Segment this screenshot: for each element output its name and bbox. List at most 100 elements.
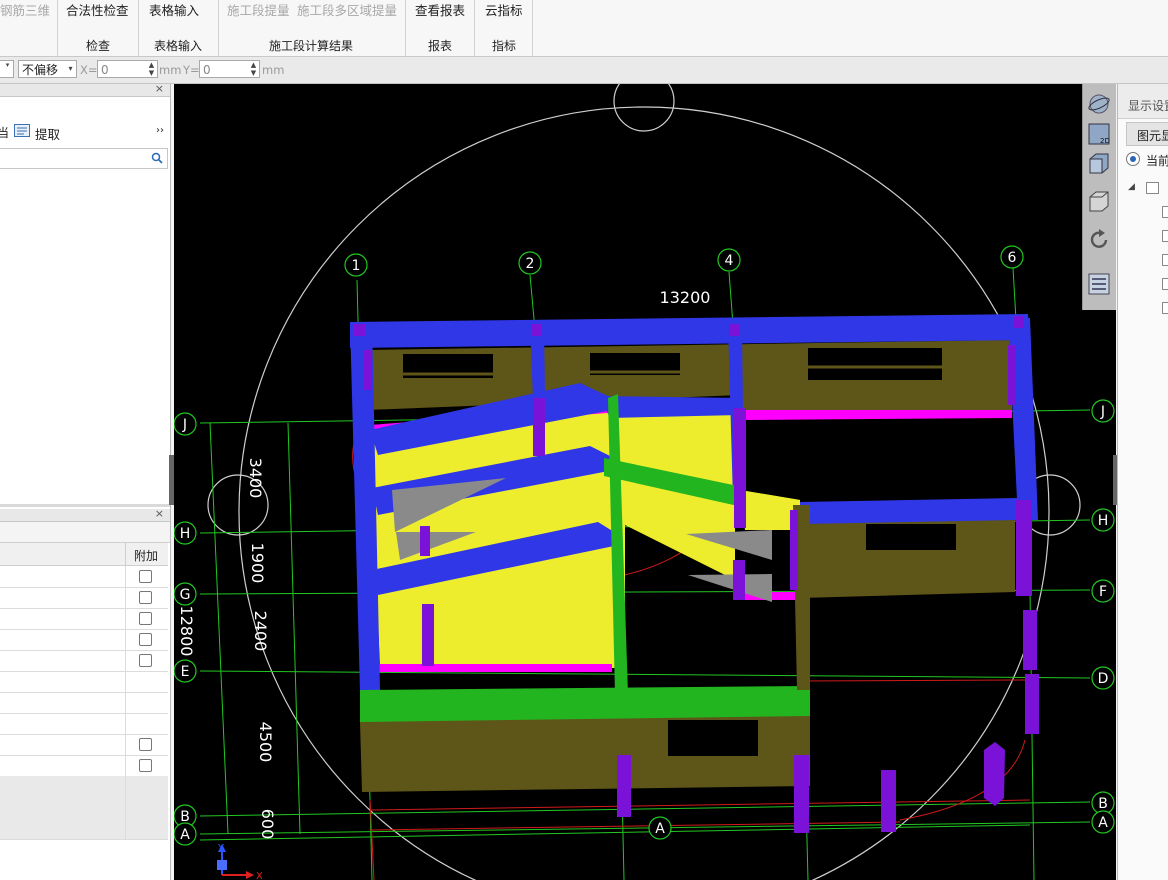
axis-right-D-label: D — [1098, 671, 1109, 687]
table-row — [0, 587, 168, 609]
layer-checkbox[interactable] — [1162, 206, 1168, 218]
group-label-check: 检查 — [86, 39, 111, 53]
svg-text:2D: 2D — [1100, 137, 1110, 145]
panel-title-bar: 显示设置 — [1118, 84, 1168, 119]
axis-left-H-label: H — [180, 526, 191, 542]
table-row — [0, 797, 168, 819]
cloud-index-button[interactable]: 云指标 — [485, 0, 523, 19]
tree-root-checkbox[interactable] — [1146, 182, 1159, 194]
3d-viewport[interactable]: 1246JHFDBAJHGEBAA 13200 3400 1900 2400 4500 6… — [174, 84, 1116, 880]
y-input[interactable]: 0 ▲ ▼ — [199, 60, 260, 78]
extra-checkbox[interactable] — [139, 612, 152, 625]
extra-checkbox[interactable] — [139, 570, 152, 583]
extra-checkbox[interactable] — [139, 591, 152, 604]
table-row — [0, 671, 168, 693]
model-view[interactable]: 1 2 4 6JHFDBAJHGEBA A 1320034001900240045006… — [174, 84, 1116, 880]
legality-check-button[interactable]: 合法性检查 — [66, 0, 129, 19]
dim-left-0: 3400 — [246, 458, 265, 499]
search-input[interactable] — [0, 148, 168, 169]
3d-view-icon[interactable] — [1087, 152, 1111, 176]
table-input-button[interactable]: 表格输入 — [149, 0, 199, 19]
table-row — [0, 566, 168, 588]
stage-quantity-button[interactable]: 施工段提量 — [227, 0, 290, 19]
close-icon[interactable]: × — [155, 507, 164, 520]
layer-checkbox[interactable] — [1162, 254, 1168, 266]
prev-select[interactable]: ▾ — [0, 60, 14, 78]
rotate-icon[interactable] — [1087, 228, 1111, 252]
layer-checkbox[interactable] — [1162, 278, 1168, 290]
spinner-icon[interactable]: ▲ ▼ — [147, 61, 156, 77]
extra-checkbox[interactable] — [139, 738, 152, 751]
left-panel: × 当 提取 ›› × 附加 — [0, 82, 171, 880]
coordinate-toolbar: ▾ 不偏移 ▾ X= 0 ▲ ▼ mm Y= 0 ▲ ▼ mm — [0, 57, 1168, 84]
orbit-icon[interactable] — [1087, 92, 1111, 116]
dropdown-arrow-icon: ▾ — [68, 64, 73, 73]
grid-header: 附加 — [0, 543, 168, 566]
layer-checkbox[interactable] — [1162, 230, 1168, 242]
table-row — [0, 692, 168, 714]
display-settings-panel: 显示设置 图元显示 当前 ◢ — [1117, 84, 1168, 880]
close-icon[interactable]: × — [155, 82, 164, 95]
axis-right-A-label: A — [1098, 815, 1108, 831]
axis-top-6-label: 6 — [1008, 250, 1017, 266]
left-collapse-handle[interactable] — [169, 455, 174, 505]
axis-top-1-label: 1 — [352, 258, 361, 274]
rebar-3d-button[interactable]: 钢筋三维 — [0, 0, 50, 19]
view-toolbar: 2D — [1082, 84, 1116, 310]
search-icon[interactable] — [151, 152, 163, 164]
group-label-stage: 施工段计算结果 — [269, 39, 354, 53]
table-row — [0, 629, 168, 651]
axis-right-B-label: B — [1098, 796, 1108, 812]
axis-top-4-label: 4 — [725, 253, 734, 269]
extra-checkbox[interactable] — [139, 759, 152, 772]
axis-bottom-A-label: A — [655, 821, 665, 837]
group-label-table: 表格输入 — [154, 39, 203, 53]
box-view-icon[interactable] — [1087, 190, 1111, 214]
dim-total-left: 12800 — [177, 606, 196, 657]
table-row — [0, 755, 168, 777]
x-input[interactable]: 0 ▲ ▼ — [97, 60, 158, 78]
dim-left-3: 4500 — [256, 722, 275, 763]
tree-expand-icon[interactable]: ◢ — [1128, 182, 1135, 192]
table-row — [0, 713, 168, 735]
more-icon[interactable]: ›› — [156, 125, 164, 136]
triad-y-label: Y — [217, 843, 225, 854]
grid-toolbar — [0, 522, 170, 543]
axis-left-J-label: J — [182, 417, 187, 433]
bottom-panel-header: × — [0, 507, 170, 522]
extra-checkbox[interactable] — [139, 654, 152, 667]
table-row — [0, 650, 168, 672]
splitter[interactable] — [0, 504, 170, 507]
current-radio[interactable] — [1126, 152, 1140, 166]
extract-button[interactable]: 提取 — [35, 124, 60, 143]
2d-view-icon[interactable]: 2D — [1087, 122, 1111, 146]
ribbon: 钢筋三维 合法性检查 检查 表格输入 表格输入 施工段提量 施工段多区域提量 施… — [0, 0, 1168, 57]
current-radio-label: 当前 — [1146, 154, 1168, 168]
extract-icon[interactable] — [14, 124, 30, 137]
tab-element-display[interactable]: 图元显示 — [1126, 122, 1168, 146]
y-unit: mm — [262, 63, 285, 77]
view-report-button[interactable]: 查看报表 — [415, 0, 465, 19]
axis-left-G-label: G — [180, 587, 191, 603]
layer-settings-icon[interactable] — [1087, 272, 1111, 296]
y-label: Y= — [183, 63, 200, 77]
stage-multi-region-button[interactable]: 施工段多区域提量 — [297, 0, 397, 19]
offset-select-value: 不偏移 — [22, 63, 59, 77]
dropdown-arrow-icon: ▾ — [5, 61, 10, 69]
axis-right-J-label: J — [1100, 404, 1105, 420]
offset-select[interactable]: 不偏移 ▾ — [18, 60, 77, 78]
ribbon-group-table: 表格输入 表格输入 — [138, 0, 219, 56]
delete-button-cut[interactable]: 当 — [0, 124, 9, 141]
table-row — [0, 776, 168, 798]
ribbon-group-index: 云指标 指标 — [474, 0, 533, 56]
axis-right-H-label: H — [1098, 513, 1109, 529]
dim-left-1: 1900 — [248, 543, 267, 584]
x-unit: mm — [159, 63, 182, 77]
layer-checkbox[interactable] — [1162, 302, 1168, 314]
ribbon-group-report: 查看报表 报表 — [405, 0, 475, 56]
axis-right-F-label: F — [1099, 584, 1107, 600]
spinner-icon[interactable]: ▲ ▼ — [249, 61, 258, 77]
group-label-report: 报表 — [428, 39, 453, 53]
extra-checkbox[interactable] — [139, 633, 152, 646]
table-row — [0, 734, 168, 756]
